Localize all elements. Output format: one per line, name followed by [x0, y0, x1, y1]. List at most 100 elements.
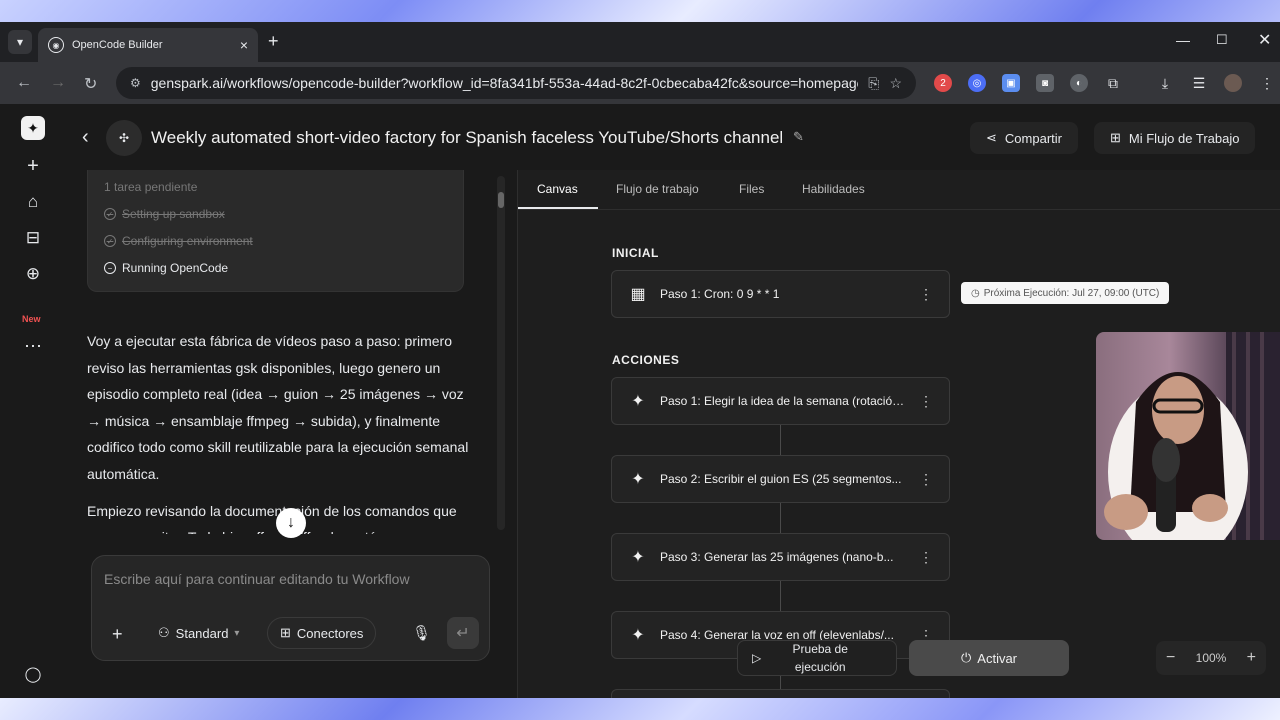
- check-circle-icon: ✓: [104, 235, 116, 247]
- chat-panel: 1 tarea pendiente ✓ Setting up sandbox ✓…: [66, 170, 518, 698]
- new-plus-icon[interactable]: +: [21, 154, 45, 178]
- task-item: ✓ Setting up sandbox: [104, 207, 225, 221]
- camera-extension-icon[interactable]: ◙: [1036, 74, 1054, 92]
- account-icon[interactable]: ◯: [21, 662, 45, 686]
- tab-canvas[interactable]: Canvas: [537, 182, 578, 196]
- genspark-logo-icon[interactable]: ✦: [21, 116, 45, 140]
- microphone-icon[interactable]: 🎙︎: [412, 624, 431, 642]
- chevron-down-icon: ▾: [234, 627, 240, 639]
- step-node-partial[interactable]: [611, 689, 950, 698]
- browser-toolbar: ← → ↻ ⚙ genspark.ai/workflows/opencode-b…: [0, 62, 1280, 104]
- check-circle-icon: ✓: [104, 208, 116, 220]
- new-badge: New: [22, 314, 41, 324]
- sparkle-icon: ✦: [631, 627, 645, 644]
- bookmark-star-icon[interactable]: ☆: [889, 75, 902, 92]
- step-node[interactable]: ✦ Paso 1: Elegir la idea de la semana (r…: [611, 377, 950, 425]
- share-icon: ⋖: [986, 130, 997, 145]
- step-label: Paso 3: Generar las 25 imágenes (nano-b.…: [660, 550, 894, 564]
- brain-icon: ⚇: [158, 625, 170, 640]
- zoom-out-icon[interactable]: −: [1166, 649, 1175, 667]
- zoom-in-icon[interactable]: +: [1247, 649, 1256, 667]
- task-label: Running OpenCode: [122, 261, 229, 275]
- trigger-node[interactable]: ▦ Paso 1: Cron: 0 9 * * 1 ⋮: [611, 270, 950, 318]
- minimize-icon[interactable]: —: [1176, 32, 1190, 48]
- maximize-icon[interactable]: ☐: [1216, 32, 1228, 48]
- home-icon[interactable]: ⌂: [21, 190, 45, 214]
- test-run-button[interactable]: ▷ Prueba de ejecución: [737, 640, 897, 676]
- extension-badge-icon[interactable]: 2: [934, 74, 952, 92]
- back-chevron-icon[interactable]: ‹: [82, 126, 89, 149]
- tab-workflow[interactable]: Flujo de trabajo: [616, 182, 699, 196]
- clock-icon: ◷: [971, 287, 980, 299]
- composer-input[interactable]: [104, 568, 474, 590]
- share-button[interactable]: ⋖ Compartir: [970, 122, 1078, 154]
- test-run-label: Prueba de ejecución: [792, 642, 848, 674]
- new-tab-button[interactable]: +: [268, 31, 279, 52]
- mode-label: Standard: [175, 625, 229, 641]
- profile-avatar[interactable]: [1224, 74, 1242, 92]
- download-icon[interactable]: ⤓: [1156, 74, 1174, 92]
- activate-label: Activar: [977, 650, 1018, 666]
- scroll-down-arrow-icon[interactable]: ↓: [276, 508, 306, 538]
- node-menu-icon[interactable]: ⋮: [919, 286, 933, 303]
- activate-button[interactable]: ⏻ Activar: [909, 640, 1069, 676]
- trigger-label: Paso 1: Cron: 0 9 * * 1: [660, 287, 780, 301]
- url-text[interactable]: genspark.ai/workflows/opencode-builder?w…: [151, 75, 858, 91]
- extensions-puzzle-icon[interactable]: ⧉: [1104, 74, 1122, 92]
- workflow-icon: ✣: [106, 120, 142, 156]
- tab-strip: ▾ ◉ OpenCode Builder × + — ☐ ✕: [0, 22, 1280, 62]
- workflow-header: ‹ ✣ Weekly automated short-video factory…: [66, 104, 1280, 170]
- tab-skills[interactable]: Habilidades: [802, 182, 865, 196]
- connectors-button[interactable]: ⊞ Conectores: [267, 617, 377, 649]
- actions-section-label: ACCIONES: [612, 353, 680, 367]
- task-item: ✓ Configuring environment: [104, 234, 253, 248]
- send-button[interactable]: ↵: [447, 617, 479, 649]
- step-node[interactable]: ✦ Paso 3: Generar las 25 imágenes (nano-…: [611, 533, 950, 581]
- canvas-panel: Canvas Flujo de trabajo Files Habilidade…: [518, 170, 1280, 698]
- connectors-label: Conectores: [296, 625, 364, 641]
- power-icon: ⏻: [960, 650, 972, 665]
- task-label: Configuring environment: [122, 234, 253, 248]
- media-queue-icon[interactable]: ☰: [1190, 74, 1208, 92]
- sparkle-icon: ✦: [631, 549, 645, 566]
- reload-icon[interactable]: ↻: [84, 74, 97, 94]
- globe-icon[interactable]: ⊕: [21, 262, 45, 286]
- node-menu-icon[interactable]: ⋮: [919, 471, 933, 488]
- node-menu-icon[interactable]: ⋮: [919, 549, 933, 566]
- connectors-icon: ⊞: [280, 625, 291, 640]
- browser-tab[interactable]: ◉ OpenCode Builder ×: [38, 28, 258, 62]
- attach-plus-icon[interactable]: +: [112, 624, 123, 645]
- close-window-icon[interactable]: ✕: [1258, 30, 1271, 50]
- tab-search-button[interactable]: ▾: [8, 30, 32, 54]
- tab-title: OpenCode Builder: [72, 39, 163, 51]
- forward-arrow-icon[interactable]: →: [50, 74, 66, 92]
- install-app-icon[interactable]: ⎘: [868, 75, 879, 92]
- zoom-level: 100%: [1195, 651, 1227, 665]
- extension-blue-icon[interactable]: ◎: [968, 74, 986, 92]
- composer: + ⚇ Standard ▾ ⊞ Conectores 🎙︎ ↵: [91, 555, 490, 661]
- browser-menu-icon[interactable]: ⋮: [1258, 74, 1276, 92]
- tab-files[interactable]: Files: [739, 182, 764, 196]
- browser-window: ▾ ◉ OpenCode Builder × + — ☐ ✕ ← → ↻ ⚙ g…: [0, 22, 1280, 698]
- calendar-icon: ▦: [630, 286, 646, 303]
- step-label: Paso 1: Elegir la idea de la semana (rot…: [660, 394, 907, 408]
- edit-pencil-icon[interactable]: ✎: [793, 129, 804, 145]
- extension-circle-icon[interactable]: ◐: [1070, 74, 1088, 92]
- inbox-icon[interactable]: ⊟: [21, 226, 45, 250]
- more-dots-icon[interactable]: ⋯: [21, 334, 45, 358]
- chat-scrollbar[interactable]: [497, 176, 505, 530]
- task-item: − Running OpenCode: [104, 261, 228, 275]
- scroll-thumb[interactable]: [498, 192, 504, 208]
- my-workflow-button[interactable]: ⊞ Mi Flujo de Trabajo: [1094, 122, 1256, 154]
- back-arrow-icon[interactable]: ←: [16, 74, 32, 92]
- address-bar[interactable]: ⚙ genspark.ai/workflows/opencode-builder…: [116, 67, 916, 99]
- mode-select[interactable]: ⚇ Standard ▾: [146, 617, 251, 649]
- step-node[interactable]: ✦ Paso 2: Escribir el guion ES (25 segme…: [611, 455, 950, 503]
- close-tab-icon[interactable]: ×: [240, 37, 248, 53]
- node-menu-icon[interactable]: ⋮: [919, 393, 933, 410]
- zoom-control: − 100% +: [1156, 641, 1266, 675]
- sparkle-icon: ✦: [631, 471, 645, 488]
- site-settings-icon[interactable]: ⚙: [130, 76, 141, 90]
- extension-square-icon[interactable]: ▣: [1002, 74, 1020, 92]
- workflow-title: Weekly automated short-video factory for…: [151, 128, 784, 147]
